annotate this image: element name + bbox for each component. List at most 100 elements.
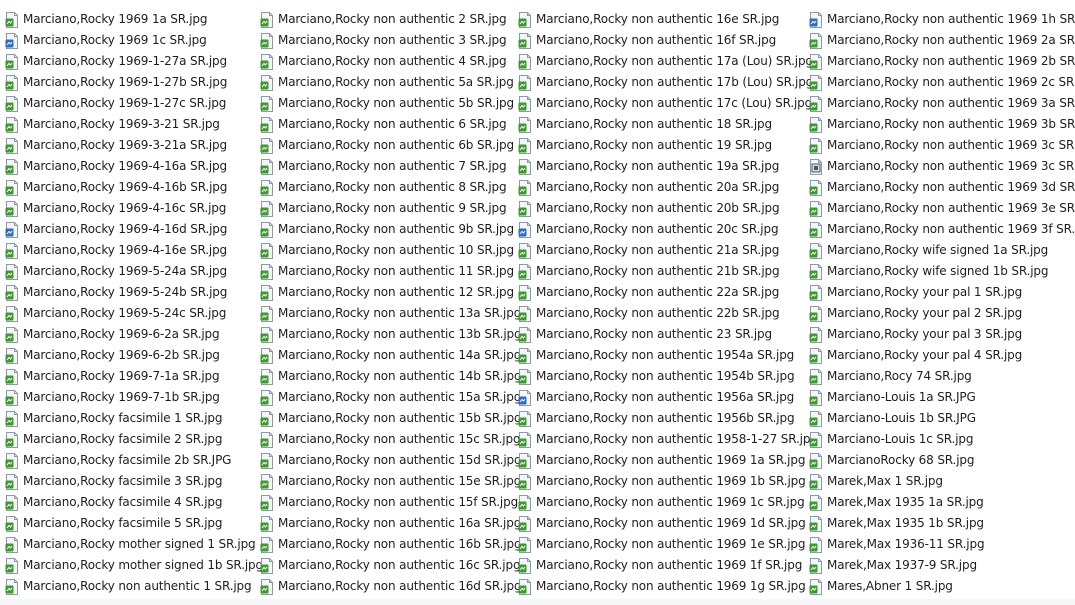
file-item[interactable]: Marciano,Rocky 1969-1-27c SR.jpg [5,93,226,114]
file-item[interactable]: Marciano,Rocky non authentic 1969 1h SR.… [809,9,1075,30]
file-item[interactable]: Marciano,Rocky facsimile 2b SR.JPG [5,450,231,471]
file-item[interactable]: Marek,Max 1935 1a SR.jpg [809,492,984,513]
file-item[interactable]: Marek,Max 1936-11 SR.jpg [809,534,985,555]
file-item[interactable]: Marciano-Louis 1b SR.JPG [809,408,976,429]
file-item[interactable]: Marciano,Rocy 74 SR.jpg [809,366,972,387]
file-item[interactable]: Marciano,Rocky facsimile 3 SR.jpg [5,471,222,492]
file-item[interactable]: Marciano,Rocky non authentic 6b SR.jpg [260,135,514,156]
file-item[interactable]: Marciano,Rocky non authentic 13b SR.jpg [260,324,522,345]
file-item[interactable]: Marciano,Rocky non authentic 19 SR.jpg [518,135,772,156]
file-item[interactable]: Marciano,Rocky non authentic 21b SR.jpg [518,261,780,282]
file-item[interactable]: Marciano,Rocky 1969-6-2a SR.jpg [5,324,220,345]
file-item[interactable]: Marciano,Rocky non authentic 1969 1a SR.… [518,450,805,471]
file-item[interactable]: Marciano,Rocky non authentic 1969 3d SR.… [809,177,1075,198]
file-item[interactable]: Marciano,Rocky non authentic 1969 3c SR.… [809,156,1075,177]
file-item[interactable]: Marciano,Rocky non authentic 22b SR.jpg [518,303,780,324]
file-item[interactable]: Marciano,Rocky non authentic 16d SR.jpg [260,576,522,597]
file-item[interactable]: Marciano,Rocky 1969-3-21a SR.jpg [5,135,227,156]
file-item[interactable]: Marciano,Rocky your pal 1 SR.jpg [809,282,1022,303]
file-item[interactable]: Marciano,Rocky 1969-4-16c SR.jpg [5,198,226,219]
file-item[interactable]: Marciano,Rocky non authentic 16a SR.jpg [260,513,521,534]
file-item[interactable]: Marciano,Rocky non authentic 10 SR.jpg [260,240,514,261]
file-item[interactable]: Marciano,Rocky non authentic 1 SR.jpg [5,576,252,597]
file-item[interactable]: Marciano,Rocky non authentic 1969 1d SR.… [518,513,806,534]
file-item[interactable]: Marciano-Louis 1a SR.JPG [809,387,976,408]
file-item[interactable]: Marciano,Rocky non authentic 14a SR.jpg [260,345,521,366]
file-item[interactable]: Marciano,Rocky non authentic 13a SR.jpg [260,303,521,324]
file-item[interactable]: Marciano,Rocky 1969-7-1b SR.jpg [5,387,220,408]
file-item[interactable]: Marciano,Rocky non authentic 1969 3f SR.… [809,219,1075,240]
file-item[interactable]: Marciano,Rocky non authentic 4 SR.jpg [260,51,507,72]
file-item[interactable]: Marciano,Rocky non authentic 1954a SR.jp… [518,345,794,366]
file-item[interactable]: Marciano,Rocky non authentic 17a (Lou) S… [518,51,813,72]
file-item[interactable]: Marek,Max 1 SR.jpg [809,471,943,492]
file-item[interactable]: Marciano,Rocky 1969-5-24c SR.jpg [5,303,226,324]
file-item[interactable]: Marciano,Rocky 1969-1-27a SR.jpg [5,51,227,72]
file-item[interactable]: Marek,Max 1935 1b SR.jpg [809,513,984,534]
file-item[interactable]: Marciano,Rocky non authentic 1969 1b SR.… [518,471,806,492]
file-item[interactable]: Marciano,Rocky non authentic 1969 2b SR.… [809,51,1075,72]
file-item[interactable]: Marciano,Rocky non authentic 17b (Lou) S… [518,72,813,93]
file-item[interactable]: Marciano,Rocky non authentic 3 SR.jpg [260,30,507,51]
file-item[interactable]: Marciano,Rocky your pal 4 SR.jpg [809,345,1022,366]
file-item[interactable]: Marciano,Rocky non authentic 1969 2c SR.… [809,72,1075,93]
file-item[interactable]: Marciano,Rocky non authentic 1969 3c SR.… [809,135,1075,156]
file-item[interactable]: Marciano,Rocky non authentic 11 SR.jpg [260,261,514,282]
file-item[interactable]: Marciano,Rocky non authentic 16f SR.jpg [518,30,776,51]
file-item[interactable]: Marciano,Rocky 1969-3-21 SR.jpg [5,114,220,135]
file-item[interactable]: Marciano,Rocky non authentic 1956b SR.jp… [518,408,795,429]
file-item[interactable]: Marciano,Rocky non authentic 1956a SR.jp… [518,387,794,408]
file-item[interactable]: Marciano,Rocky non authentic 15f SR.jpg [260,492,518,513]
file-item[interactable]: Marciano,Rocky non authentic 15b SR.jpg [260,408,522,429]
file-item[interactable]: Marciano,Rocky non authentic 8 SR.jpg [260,177,507,198]
file-item[interactable]: Marciano,Rocky non authentic 20b SR.jpg [518,198,780,219]
file-item[interactable]: Marciano,Rocky non authentic 15a SR.jpg [260,387,521,408]
file-item[interactable]: MarcianoRocky 68 SR.jpg [809,450,974,471]
file-item[interactable]: Marciano,Rocky non authentic 19a SR.jpg [518,156,779,177]
file-item[interactable]: Marciano,Rocky non authentic 1969 1g SR.… [518,576,806,597]
file-item[interactable]: Marciano,Rocky non authentic 15d SR.jpg [260,450,522,471]
file-item[interactable]: Marciano,Rocky non authentic 22a SR.jpg [518,282,779,303]
file-item[interactable]: Marciano,Rocky mother signed 1b SR.jpg [5,555,263,576]
file-item[interactable]: Mares,Abner 1 SR.jpg [809,576,953,597]
file-item[interactable]: Marciano,Rocky non authentic 15c SR.jpg [260,429,521,450]
file-item[interactable]: Marciano,Rocky 1969-4-16a SR.jpg [5,156,227,177]
file-item[interactable]: Marciano,Rocky non authentic 15e SR.jpg [260,471,521,492]
file-item[interactable]: Marciano,Rocky non authentic 23 SR.jpg [518,324,772,345]
file-item[interactable]: Marciano,Rocky non authentic 9b SR.jpg [260,219,514,240]
file-item[interactable]: Marciano,Rocky 1969-4-16d SR.jpg [5,219,227,240]
file-item[interactable]: Marciano,Rocky non authentic 5a SR.jpg [260,72,514,93]
file-item[interactable]: Marciano,Rocky non authentic 1969 3a SR.… [809,93,1075,114]
file-item[interactable]: Marciano,Rocky 1969 1a SR.jpg [5,9,207,30]
file-item[interactable]: Marciano,Rocky non authentic 9 SR.jpg [260,198,507,219]
file-item[interactable]: Marciano,Rocky 1969-5-24a SR.jpg [5,261,227,282]
file-item[interactable]: Marciano,Rocky non authentic 7 SR.jpg [260,156,507,177]
file-item[interactable]: Marciano,Rocky non authentic 1969 1c SR.… [518,492,805,513]
file-item[interactable]: Marciano,Rocky facsimile 4 SR.jpg [5,492,222,513]
file-item[interactable]: Marciano,Rocky 1969 1c SR.jpg [5,30,207,51]
file-item[interactable]: Marciano,Rocky non authentic 1969 3e SR.… [809,198,1075,219]
file-item[interactable]: Marciano,Rocky facsimile 5 SR.jpg [5,513,222,534]
file-item[interactable]: Marciano,Rocky your pal 2 SR.jpg [809,303,1022,324]
file-item[interactable]: Marciano,Rocky non authentic 1969 1e SR.… [518,534,805,555]
file-item[interactable]: Marciano,Rocky non authentic 20c SR.jpg [518,219,779,240]
file-item[interactable]: Marek,Max 1937-9 SR.jpg [809,555,977,576]
file-item[interactable]: Marciano,Rocky non authentic 1958-1-27 S… [518,429,818,450]
file-item[interactable]: Marciano,Rocky 1969-1-27b SR.jpg [5,72,227,93]
file-item[interactable]: Marciano,Rocky your pal 3 SR.jpg [809,324,1022,345]
file-item[interactable]: Marciano,Rocky 1969-4-16e SR.jpg [5,240,227,261]
file-item[interactable]: Marciano,Rocky non authentic 2 SR.jpg [260,9,507,30]
file-item[interactable]: Marciano,Rocky non authentic 21a SR.jpg [518,240,779,261]
file-item[interactable]: Marciano,Rocky 1969-4-16b SR.jpg [5,177,227,198]
file-item[interactable]: Marciano,Rocky 1969-6-2b SR.jpg [5,345,220,366]
file-item[interactable]: Marciano-Louis 1c SR.jpg [809,429,973,450]
file-item[interactable]: Marciano,Rocky facsimile 1 SR.jpg [5,408,222,429]
file-item[interactable]: Marciano,Rocky 1969-7-1a SR.jpg [5,366,220,387]
file-item[interactable]: Marciano,Rocky non authentic 1969 1f SR.… [518,555,802,576]
file-item[interactable]: Marciano,Rocky non authentic 16b SR.jpg [260,534,522,555]
file-item[interactable]: Marciano,Rocky non authentic 12 SR.jpg [260,282,514,303]
file-item[interactable]: Marciano,Rocky non authentic 1954b SR.jp… [518,366,795,387]
file-item[interactable]: Marciano,Rocky wife signed 1a SR.jpg [809,240,1048,261]
file-item[interactable]: Marciano,Rocky wife signed 1b SR.jpg [809,261,1049,282]
file-item[interactable]: Marciano,Rocky non authentic 1969 3b SR.… [809,114,1075,135]
